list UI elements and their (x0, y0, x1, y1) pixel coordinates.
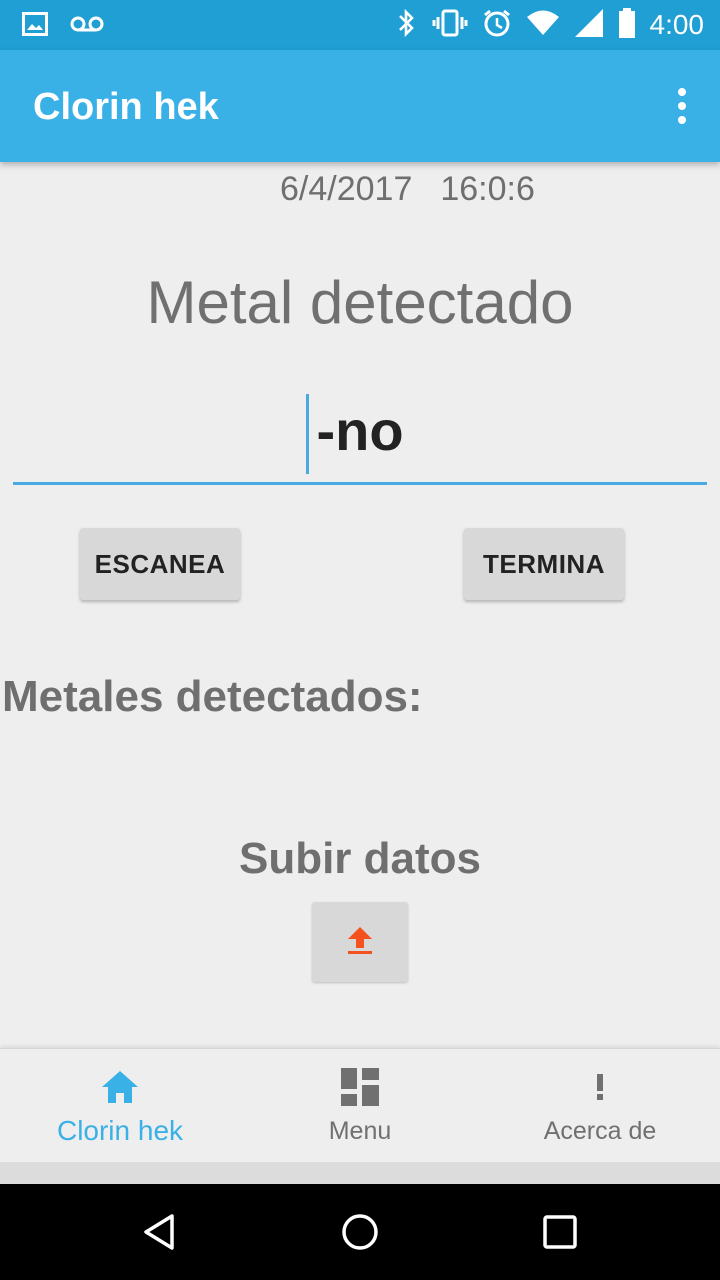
status-time: 4:00 (649, 9, 705, 40)
home-icon (100, 1069, 140, 1110)
scan-button[interactable]: ESCANEA (80, 528, 240, 600)
nav-item-menu[interactable]: Menu (240, 1049, 480, 1163)
nav-label-home: Clorin hek (56, 1115, 184, 1146)
metal-input-value: -no (316, 399, 404, 462)
bottom-nav: Clorin hek Menu Acerca de (0, 1048, 720, 1163)
date-text: 6/4/2017 (280, 170, 413, 208)
signal-icon (574, 8, 604, 43)
dashboard-icon (341, 1067, 379, 1111)
recents-icon[interactable] (536, 1208, 584, 1256)
exclamation-icon (596, 1073, 604, 1105)
status-bar: 4:00 (0, 0, 720, 50)
bluetooth-icon (396, 8, 418, 43)
datetime: 6/4/2017 16:0:6 (280, 170, 535, 209)
more-vert-icon[interactable] (674, 88, 690, 124)
home-circle-icon[interactable] (336, 1208, 384, 1256)
battery-icon (618, 7, 636, 43)
stop-button[interactable]: TERMINA (464, 528, 624, 600)
image-icon (22, 12, 48, 41)
time-text: 16:0:6 (440, 170, 535, 208)
wifi-icon (526, 10, 560, 41)
metal-heading: Metal detectado (146, 269, 574, 336)
voicemail-icon (70, 15, 104, 38)
text-cursor (306, 394, 309, 474)
alarm-icon (482, 8, 512, 43)
bottom-divider (0, 1162, 720, 1184)
system-nav-bar (0, 1184, 720, 1280)
upload-icon (346, 925, 374, 960)
upload-button[interactable] (312, 902, 408, 982)
nav-label-about: Acerca de (543, 1117, 657, 1145)
app-bar: Clorin hek (0, 50, 720, 162)
app-title: Clorin hek (33, 86, 219, 128)
back-icon[interactable] (136, 1208, 184, 1256)
nav-label-menu: Menu (328, 1117, 392, 1145)
vibrate-icon (432, 8, 468, 43)
nav-item-home[interactable]: Clorin hek (0, 1049, 240, 1163)
detected-metals-label: Metales detectados: (2, 672, 423, 721)
metal-input[interactable]: -no (13, 390, 707, 485)
upload-label: Subir datos (238, 834, 482, 883)
nav-item-about[interactable]: Acerca de (480, 1049, 720, 1163)
